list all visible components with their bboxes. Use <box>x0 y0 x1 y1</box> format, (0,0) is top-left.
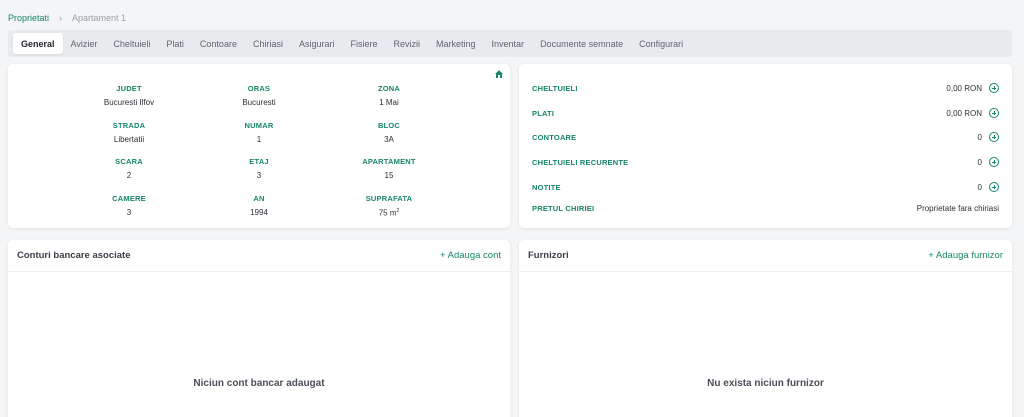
add-contor-plus-icon[interactable] <box>989 132 999 142</box>
bank-accounts-card: Conturi bancare asociate + Adauga cont N… <box>8 240 510 417</box>
breadcrumb-link-proprietati[interactable]: Proprietati <box>8 13 49 23</box>
suppliers-header: Furnizori + Adauga furnizor <box>519 240 1012 272</box>
tab-cheltuieli[interactable]: Cheltuieli <box>105 33 158 54</box>
summary-row-cheltuieli-recurente: CHELTUIELI RECURENTE 0 <box>532 156 999 168</box>
summary-row-cheltuieli: CHELTUIELI 0,00 RON <box>532 82 999 94</box>
tab-general[interactable]: General <box>13 33 63 54</box>
suppliers-title: Furnizori <box>528 250 569 261</box>
summary-label: CONTOARE <box>532 132 577 142</box>
property-details-card: JUDET Bucuresti Ilfov ORAS Bucuresti ZON… <box>8 64 510 228</box>
summary-value: 0 <box>977 157 982 167</box>
home-edit-icon[interactable] <box>494 69 504 79</box>
add-bank-account-button[interactable]: + Adauga cont <box>440 250 501 261</box>
summary-value: 0,00 RON <box>946 83 982 93</box>
summary-row-notite: NOTITE 0 <box>532 181 999 193</box>
add-cheltuiala-recurenta-plus-icon[interactable] <box>989 157 999 167</box>
summary-label: NOTITE <box>532 182 561 192</box>
field-apartament: APARTAMENT 15 <box>329 157 449 180</box>
field-label: SCARA <box>115 157 143 166</box>
tab-avizier[interactable]: Avizier <box>63 33 106 54</box>
suppliers-empty-message: Nu exista niciun furnizor <box>707 378 824 389</box>
field-suprafata: SUPRAFATA 75 m2 <box>329 194 449 218</box>
add-cheltuiala-plus-icon[interactable] <box>989 83 999 93</box>
field-value: Bucuresti Ilfov <box>103 98 155 107</box>
field-label: BLOC <box>377 121 401 130</box>
tab-chiriasi[interactable]: Chiriasi <box>245 33 291 54</box>
tab-fisiere[interactable]: Fisiere <box>342 33 385 54</box>
field-label: CAMERE <box>112 194 146 203</box>
summary-label: PRETUL CHIRIEI <box>532 203 595 213</box>
field-zona: ZONA 1 Mai <box>329 84 449 107</box>
field-label: APARTAMENT <box>362 157 416 166</box>
property-summary-card: CHELTUIELI 0,00 RON PLATI 0,00 RON CONTO… <box>519 64 1012 228</box>
field-label: NUMAR <box>244 121 274 130</box>
field-value: Bucuresti <box>242 98 276 107</box>
field-numar: NUMAR 1 <box>199 121 319 144</box>
tab-contoare[interactable]: Contoare <box>192 33 245 54</box>
tab-asigurari[interactable]: Asigurari <box>291 33 343 54</box>
field-judet: JUDET Bucuresti Ilfov <box>69 84 189 107</box>
tab-bar: General Avizier Cheltuieli Plati Contoar… <box>8 30 1012 57</box>
summary-value: Proprietate fara chiriasi <box>916 203 999 213</box>
summary-row-pretul-chiriei: PRETUL CHIRIEI Proprietate fara chiriasi <box>532 202 999 214</box>
field-value: 3 <box>126 208 132 217</box>
field-value: Libertatii <box>113 135 145 144</box>
add-supplier-button[interactable]: + Adauga furnizor <box>928 250 1003 261</box>
field-label: ZONA <box>377 84 401 93</box>
summary-label: PLATI <box>532 108 555 118</box>
field-value: 3 <box>256 171 262 180</box>
tab-inventar[interactable]: Inventar <box>484 33 533 54</box>
tab-configurari[interactable]: Configurari <box>631 33 691 54</box>
tab-revizii[interactable]: Revizii <box>386 33 429 54</box>
add-notita-plus-icon[interactable] <box>989 182 999 192</box>
field-label: JUDET <box>116 84 142 93</box>
field-value: 2 <box>126 171 132 180</box>
field-value: 15 <box>384 171 394 180</box>
summary-row-plati: PLATI 0,00 RON <box>532 107 999 119</box>
bank-accounts-header: Conturi bancare asociate + Adauga cont <box>8 240 510 272</box>
summary-value: 0 <box>977 182 982 192</box>
field-label: SUPRAFATA <box>365 194 413 203</box>
field-label: ETAJ <box>249 157 269 166</box>
field-label: AN <box>253 194 265 203</box>
field-scara: SCARA 2 <box>69 157 189 180</box>
field-value: 1994 <box>250 208 268 217</box>
summary-label: CHELTUIELI <box>532 83 578 93</box>
breadcrumb: Proprietati › Apartament 1 <box>8 13 126 23</box>
bank-accounts-empty-message: Niciun cont bancar adaugat <box>193 378 325 389</box>
field-bloc: BLOC 3A <box>329 121 449 144</box>
field-value: 1 <box>256 135 262 144</box>
field-strada: STRADA Libertatii <box>69 121 189 144</box>
field-label: ORAS <box>247 84 271 93</box>
breadcrumb-current: Apartament 1 <box>72 13 127 23</box>
suppliers-card: Furnizori + Adauga furnizor Nu exista ni… <box>519 240 1012 417</box>
chevron-right-icon: › <box>59 13 63 23</box>
field-value: 3A <box>384 135 394 144</box>
field-camere: CAMERE 3 <box>69 194 189 217</box>
field-an: AN 1994 <box>199 194 319 217</box>
bank-accounts-title: Conturi bancare asociate <box>17 250 131 261</box>
add-plata-plus-icon[interactable] <box>989 108 999 118</box>
field-label: STRADA <box>112 121 146 130</box>
area-unit-exponent: 2 <box>396 208 400 214</box>
tab-marketing[interactable]: Marketing <box>428 33 484 54</box>
field-oras: ORAS Bucuresti <box>199 84 319 107</box>
summary-value: 0,00 RON <box>946 108 982 118</box>
tab-documente-semnate[interactable]: Documente semnate <box>532 33 631 54</box>
field-etaj: ETAJ 3 <box>199 157 319 180</box>
field-value: 75 m2 <box>329 208 449 218</box>
tab-plati[interactable]: Plati <box>158 33 192 54</box>
summary-value: 0 <box>977 132 982 142</box>
field-value: 1 Mai <box>379 98 399 107</box>
summary-label: CHELTUIELI RECURENTE <box>532 157 629 167</box>
summary-row-contoare: CONTOARE 0 <box>532 131 999 143</box>
area-value: 75 m <box>378 208 397 218</box>
